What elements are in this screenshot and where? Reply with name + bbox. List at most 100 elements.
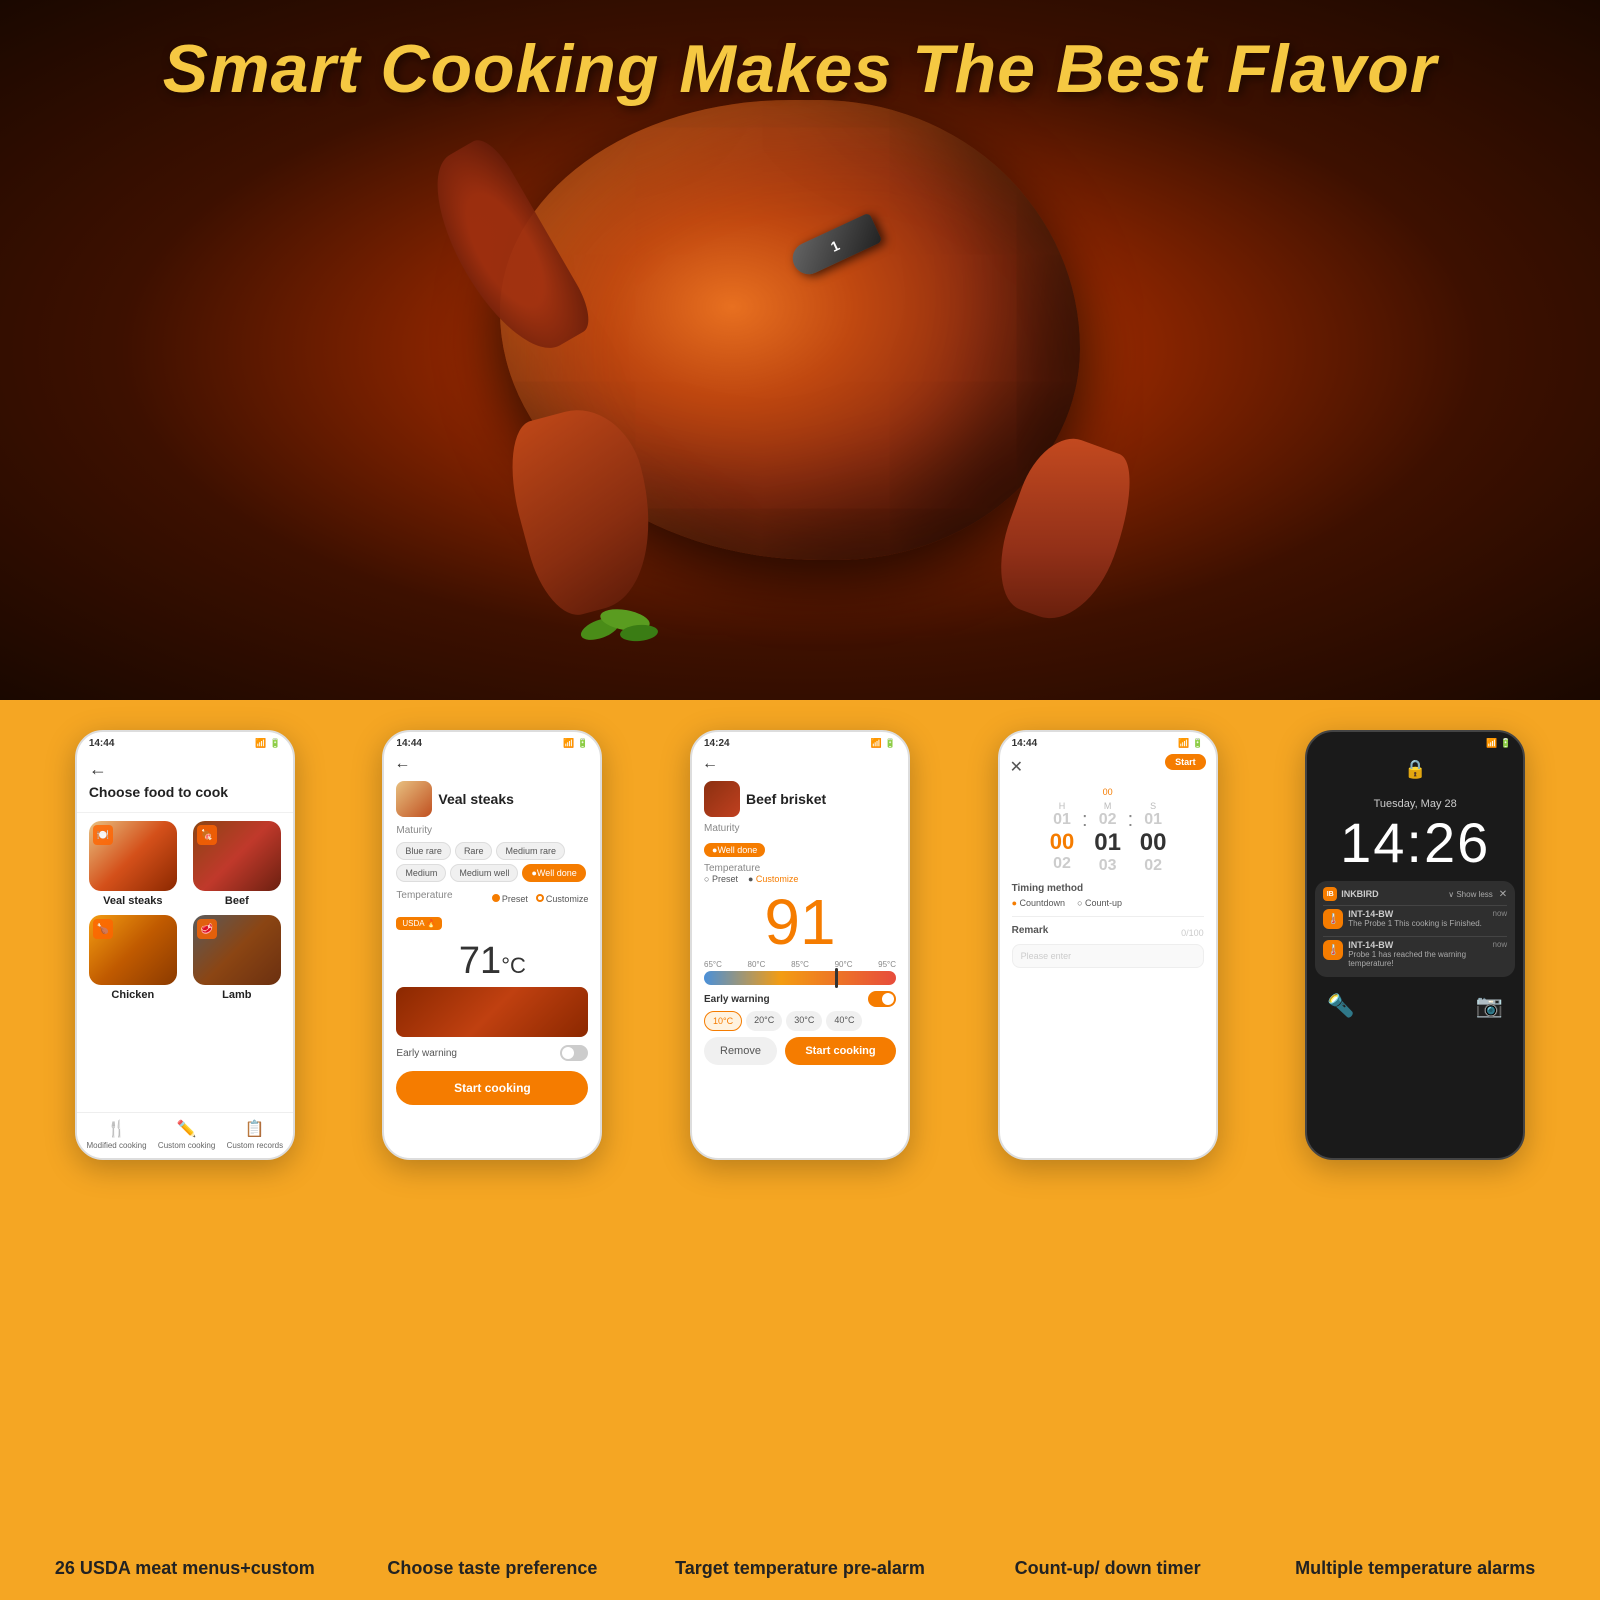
phone5-lock-content: 🔒 Tuesday, May 28 14:26 IB INKBIRD ∨ Sho… — [1307, 759, 1523, 1029]
phone4-timer-display: H 01 00 02 : M 02 01 03 : — [1012, 801, 1204, 875]
phone2-maturity-buttons: Blue rare Rare Medium rare Medium Medium… — [396, 842, 588, 882]
phone3-content: Beef brisket Maturity ●Well done Tempera… — [692, 775, 908, 1071]
custom-records-icon: 📋 — [245, 1119, 265, 1139]
ew-temp-20[interactable]: 20°C — [746, 1011, 782, 1031]
phone3: 14:24 📶 🔋 ← Beef brisket Maturity ●Well — [690, 730, 910, 1160]
phone2-customize-radio[interactable]: Customize — [536, 894, 589, 904]
phone4-count-label: 00 — [1012, 787, 1204, 797]
phone5-status-bar: 📶 🔋 — [1307, 732, 1523, 753]
phone3-status-icons: 📶 🔋 — [871, 738, 896, 749]
inkbird-app-name: INKBIRD — [1341, 889, 1379, 899]
timer-h-next: 02 — [1053, 855, 1071, 873]
hero-section: 1 Smart Cooking Makes The Best Flavor — [0, 0, 1600, 700]
phone2-temperature-section: Temperature Preset Customize USDA 🔥 71°C — [396, 890, 588, 1037]
maturity-medium-rare[interactable]: Medium rare — [496, 842, 565, 860]
phone3-ew-toggle[interactable] — [868, 991, 896, 1007]
phone2-maturity-label: Maturity — [396, 825, 588, 836]
phone4-remark-input[interactable]: Please enter — [1012, 944, 1204, 968]
phone2-steak-image — [396, 987, 588, 1037]
phone2-start-cooking-button[interactable]: Start cooking — [396, 1071, 588, 1105]
inkbird-header: IB INKBIRD ∨ Show less ✕ — [1323, 887, 1507, 901]
phone4-timing-label: Timing method — [1012, 883, 1204, 894]
food-item-lamb[interactable]: 🥩 Lamb — [189, 915, 285, 1001]
phone4-remark-section: Remark 0/100 Please enter — [1012, 925, 1204, 968]
phone3-maturity-label: Maturity — [704, 823, 896, 834]
timer-s-current: 00 — [1140, 829, 1167, 857]
phone4-countup-radio[interactable]: ○ Count-up — [1077, 898, 1122, 908]
show-less-button[interactable]: ∨ Show less — [1448, 890, 1493, 899]
phone2-temp-unit: °C — [501, 953, 526, 978]
remark-header: Remark 0/100 — [1012, 925, 1204, 940]
nav-item-custom-cooking[interactable]: ✏️ Custom cooking — [158, 1119, 215, 1150]
phone3-early-warning: Early warning 10°C 20°C 30°C 40°C — [704, 991, 896, 1031]
notif-text-1: INT-14-BW now The Probe 1 This cooking i… — [1348, 909, 1507, 928]
phone1-header: ← Choose food to cook — [77, 753, 293, 813]
phone1: 14:44 📶 🔋 ← Choose food to cook 🍽️ — [75, 730, 295, 1160]
ew-temp-10[interactable]: 10°C — [704, 1011, 742, 1031]
food-img-chicken: 🍗 — [89, 915, 177, 985]
phone4-start-button[interactable]: Start — [1165, 754, 1206, 770]
food-img-lamb: 🥩 — [193, 915, 281, 985]
notif-title-2: INT-14-BW — [1348, 940, 1393, 950]
phone3-temp-bar-labels: 65°C 80°C 85°C 90°C 95°C — [704, 960, 896, 969]
camera-icon[interactable]: 📷 — [1476, 993, 1503, 1019]
notif-message-2: Probe 1 has reached the warning temperat… — [1348, 950, 1507, 968]
maturity-medium[interactable]: Medium — [396, 864, 446, 882]
food-item-beef[interactable]: 🍖 Beef — [189, 821, 285, 907]
hero-title: Smart Cooking Makes The Best Flavor — [0, 30, 1600, 108]
flashlight-icon[interactable]: 🔦 — [1327, 993, 1354, 1019]
phone2-back: ← — [384, 753, 600, 775]
food-icon-chicken: 🍗 — [93, 919, 113, 939]
phone4-remark-placeholder: Please enter — [1021, 951, 1072, 961]
bottom-section: 14:44 📶 🔋 ← Choose food to cook 🍽️ — [0, 700, 1600, 1600]
notif-time-1: now — [1493, 909, 1508, 919]
phone2-preset-radio[interactable]: Preset — [492, 894, 528, 904]
chicken-visual: 1 — [420, 60, 1180, 640]
phone3-food-name: Beef brisket — [746, 791, 826, 807]
food-icon-veal: 🍽️ — [93, 825, 113, 845]
inkbird-header-left: IB INKBIRD — [1323, 887, 1379, 901]
phone3-customize-radio[interactable]: ● Customize — [748, 874, 798, 884]
phone3-back-arrow[interactable]: ← — [702, 755, 718, 772]
phone3-remove-button[interactable]: Remove — [704, 1037, 777, 1065]
maturity-well-done[interactable]: ●Well done — [522, 864, 585, 882]
food-item-veal[interactable]: 🍽️ Veal steaks — [85, 821, 181, 907]
phone3-container: 14:24 📶 🔋 ← Beef brisket Maturity ●Well — [655, 730, 945, 1160]
phone4-countdown-radio[interactable]: ● Countdown — [1012, 898, 1065, 908]
timer-m-current: 01 — [1094, 829, 1121, 857]
phone3-back: ← — [692, 753, 908, 775]
maturity-rare[interactable]: Rare — [455, 842, 493, 860]
notification-item-1: 🌡️ INT-14-BW now The Probe 1 This cookin… — [1323, 905, 1507, 932]
phone3-temp-bar-visual[interactable] — [704, 971, 896, 985]
phone1-bottom-nav: 🍴 Modified cooking ✏️ Custom cooking 📋 C… — [77, 1112, 293, 1158]
food-label-beef: Beef — [225, 895, 249, 907]
nav-item-modified[interactable]: 🍴 Modified cooking — [87, 1119, 147, 1150]
phone2-ew-toggle[interactable] — [560, 1045, 588, 1061]
phone2-usda-badge: USDA 🔥 — [396, 917, 442, 930]
phone2-food-header: Veal steaks — [396, 781, 588, 817]
phone2-ew-toggle-thumb — [562, 1047, 574, 1059]
phone3-food-header: Beef brisket — [704, 781, 896, 817]
phone3-ew-label-row: Early warning — [704, 991, 896, 1007]
phone2-temp-value: 71 — [459, 940, 501, 982]
nav-item-custom-records[interactable]: 📋 Custom records — [227, 1119, 283, 1150]
phone3-start-cooking-button[interactable]: Start cooking — [785, 1037, 896, 1065]
ew-temp-30[interactable]: 30°C — [786, 1011, 822, 1031]
timer-m-next: 03 — [1099, 857, 1117, 875]
phone3-preset-radio[interactable]: ○ Preset — [704, 874, 738, 884]
phone4-container: 14:44 📶 🔋 Start ✕ 00 H 01 00 — [963, 730, 1253, 1160]
phone2-temp-row: Temperature Preset Customize — [396, 890, 588, 907]
food-icon-lamb: 🥩 — [197, 919, 217, 939]
notif-text-2: INT-14-BW now Probe 1 has reached the wa… — [1348, 940, 1507, 968]
maturity-medium-well[interactable]: Medium well — [450, 864, 518, 882]
phone3-food-image — [704, 781, 740, 817]
close-notification-button[interactable]: ✕ — [1499, 889, 1507, 900]
phone4-status-icons: 📶 🔋 — [1178, 738, 1203, 749]
inkbird-header-actions: ∨ Show less ✕ — [1448, 889, 1507, 900]
phone2-back-arrow[interactable]: ← — [394, 755, 410, 772]
timer-unit-m: M — [1104, 801, 1112, 811]
food-item-chicken[interactable]: 🍗 Chicken — [85, 915, 181, 1001]
ew-temp-40[interactable]: 40°C — [826, 1011, 862, 1031]
phone1-back-arrow[interactable]: ← — [89, 759, 281, 780]
maturity-blue-rare[interactable]: Blue rare — [396, 842, 451, 860]
